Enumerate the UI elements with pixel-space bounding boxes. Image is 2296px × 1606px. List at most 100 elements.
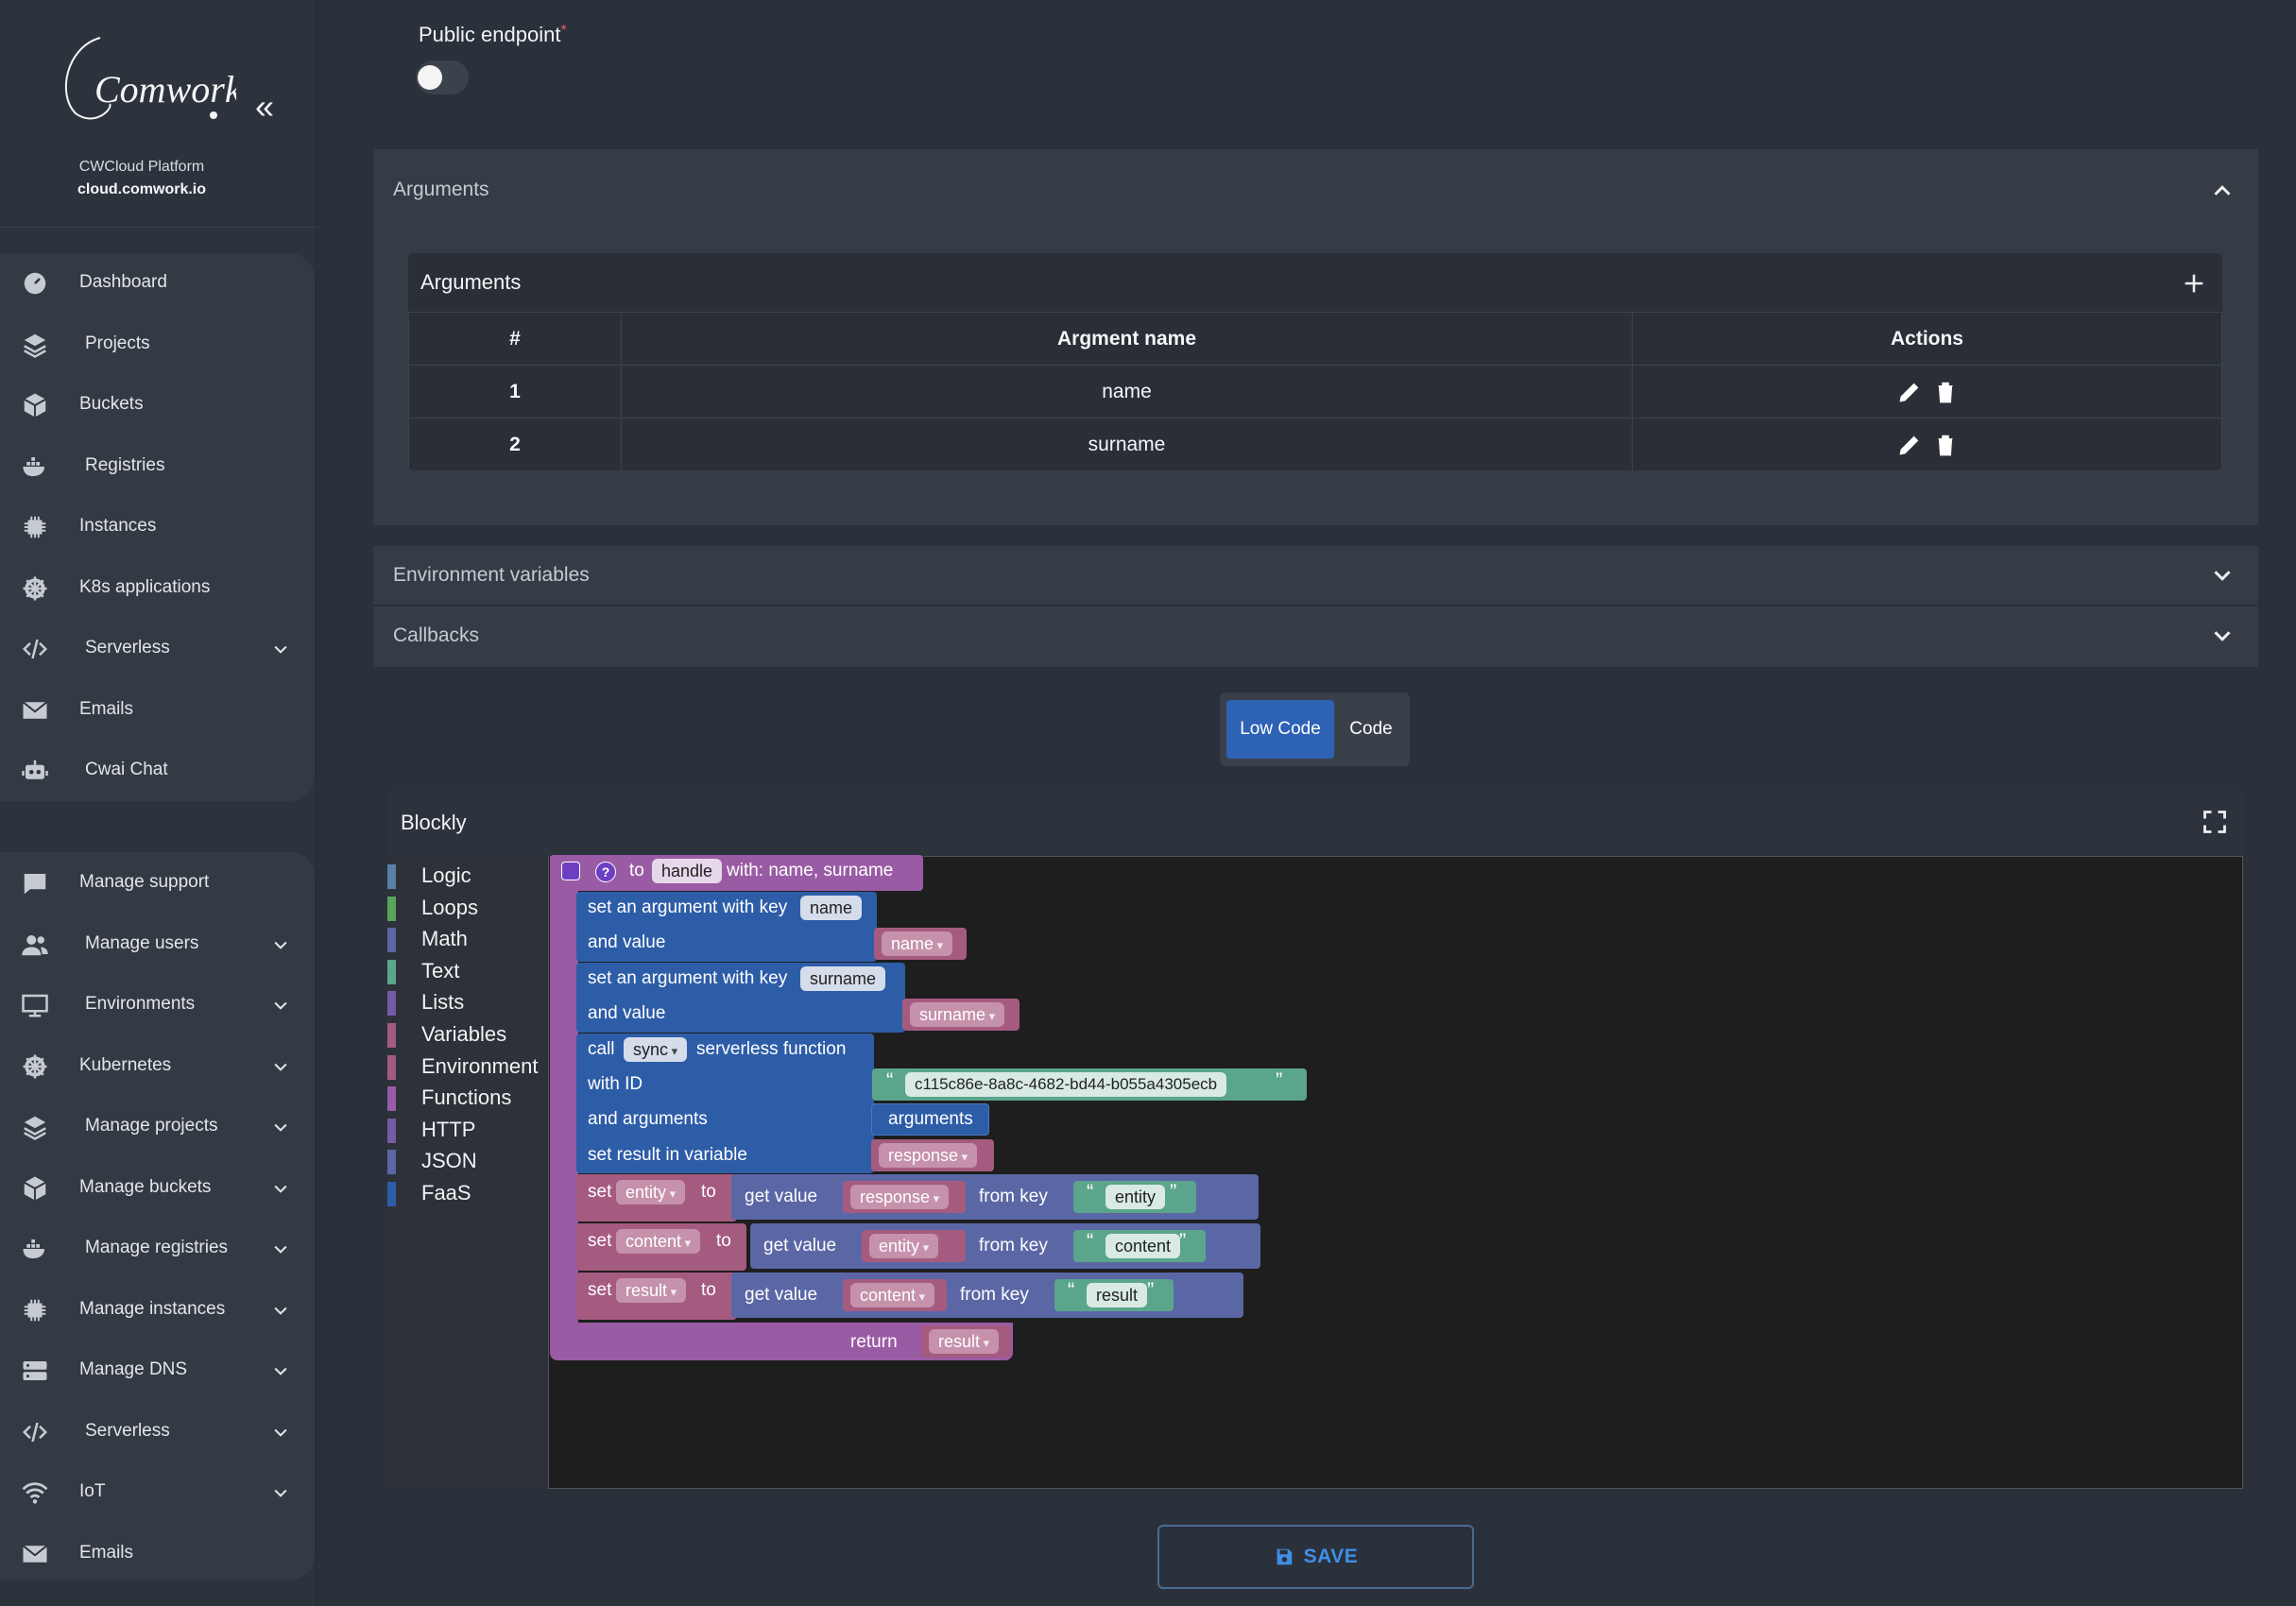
code-icon xyxy=(21,1418,49,1446)
row-argument-name: surname xyxy=(621,418,1633,470)
json-key-field[interactable]: content xyxy=(1105,1234,1181,1258)
table-row: 2 surname xyxy=(408,418,2222,470)
source-variable-dropdown[interactable]: response xyxy=(850,1185,950,1209)
gear-icon[interactable] xyxy=(561,862,580,880)
return-label: return xyxy=(850,1332,898,1352)
expand-chevron-down-icon[interactable] xyxy=(2208,622,2236,650)
blockly-toolbox: Logic Loops Math Text Lists Variables Environm… xyxy=(387,856,548,1489)
toolbox-category-text[interactable]: Text xyxy=(387,957,548,987)
variable-dropdown[interactable]: response xyxy=(879,1143,978,1168)
open-quote-icon: “ xyxy=(886,1068,894,1092)
toolbox-category-loops[interactable]: Loops xyxy=(387,894,548,924)
nav-group-main: Dashboard Projects Buckets Registries Instan… xyxy=(0,253,315,801)
close-quote-icon: ” xyxy=(1147,1278,1155,1302)
sidebar-item-manage-users[interactable]: Manage users xyxy=(0,921,315,968)
set-variable-dropdown[interactable]: content xyxy=(616,1229,701,1254)
public-endpoint-toggle[interactable] xyxy=(416,60,469,94)
source-variable-dropdown[interactable]: content xyxy=(850,1283,935,1307)
toolbox-category-math[interactable]: Math xyxy=(387,925,548,955)
environment-variables-panel[interactable] xyxy=(373,546,2258,605)
add-argument-icon[interactable] xyxy=(2181,270,2207,297)
delete-trash-icon[interactable] xyxy=(1933,432,1958,458)
edit-pencil-icon[interactable] xyxy=(1896,379,1923,405)
code-icon xyxy=(21,635,49,663)
function-name-field[interactable]: handle xyxy=(652,859,723,883)
open-quote-icon: “ xyxy=(1068,1278,1075,1302)
sidebar-item-kubernetes[interactable]: Kubernetes xyxy=(0,1043,315,1090)
toolbox-category-label: Text xyxy=(421,958,460,982)
source-variable-dropdown[interactable]: entity xyxy=(869,1234,939,1258)
toolbox-category-functions[interactable]: Functions xyxy=(387,1084,548,1114)
sidebar-item-label: Registries xyxy=(85,454,165,475)
variable-dropdown[interactable]: name xyxy=(882,931,953,956)
dashboard-icon xyxy=(21,269,49,298)
toolbox-category-json[interactable]: JSON xyxy=(387,1147,548,1177)
code-button[interactable]: Code xyxy=(1338,700,1404,759)
collapse-chevron-up-icon[interactable] xyxy=(2208,177,2236,205)
sidebar-item-serverless[interactable]: Serverless xyxy=(0,625,315,673)
sidebar-item-manage-dns[interactable]: Manage DNS xyxy=(0,1347,315,1394)
sidebar-item-k8s-applications[interactable]: K8s applications xyxy=(0,565,315,612)
mail-icon xyxy=(21,1540,49,1568)
sidebar-item-manage-registries[interactable]: Manage registries xyxy=(0,1225,315,1273)
sidebar-item-cwai-chat[interactable]: Cwai Chat xyxy=(0,747,315,794)
collapse-sidebar-icon[interactable]: « xyxy=(248,90,282,124)
sidebar-item-projects[interactable]: Projects xyxy=(0,321,315,368)
set-variable-dropdown[interactable]: entity xyxy=(616,1180,686,1204)
arguments-table-card: Arguments # Argment name Actions 1 name … xyxy=(408,253,2222,470)
chevron-down-icon xyxy=(274,645,287,654)
save-button[interactable]: SAVE xyxy=(1157,1525,1474,1589)
chevron-down-icon xyxy=(274,1307,287,1315)
sidebar-item-emails[interactable]: Emails xyxy=(0,687,315,734)
sidebar-item-label: Serverless xyxy=(85,1420,170,1441)
json-key-field[interactable]: entity xyxy=(1105,1185,1166,1209)
toolbox-category-variables[interactable]: Variables xyxy=(387,1020,548,1051)
sidebar-item-dashboard[interactable]: Dashboard xyxy=(0,260,315,307)
toolbox-category-http[interactable]: HTTP xyxy=(387,1116,548,1146)
argument-key-field[interactable]: name xyxy=(800,896,863,920)
toolbox-category-faas[interactable]: FaaS xyxy=(387,1179,548,1209)
and-arguments-label: and arguments xyxy=(588,1109,708,1129)
delete-trash-icon[interactable] xyxy=(1933,379,1958,405)
json-key-field[interactable]: result xyxy=(1087,1283,1148,1307)
col-actions-header: Actions xyxy=(1632,312,2222,366)
server-icon xyxy=(21,1357,49,1385)
toolbox-category-environment[interactable]: Environment xyxy=(387,1052,548,1083)
sidebar-item-label: Serverless xyxy=(85,638,170,658)
category-color-bar xyxy=(387,1086,396,1112)
sidebar-item-emails[interactable]: Emails xyxy=(0,1530,315,1578)
toolbox-category-label: Variables xyxy=(421,1022,507,1046)
low-code-button[interactable]: Low Code xyxy=(1226,700,1334,759)
argument-key-field[interactable]: surname xyxy=(800,966,886,991)
sidebar-item-manage-buckets[interactable]: Manage buckets xyxy=(0,1165,315,1212)
edit-pencil-icon[interactable] xyxy=(1896,432,1923,458)
fullscreen-icon[interactable] xyxy=(2202,809,2228,835)
toolbox-category-logic[interactable]: Logic xyxy=(387,862,548,892)
sidebar-item-registries[interactable]: Registries xyxy=(0,443,315,490)
blockly-title: Blockly xyxy=(401,811,467,834)
and-value-label: and value xyxy=(588,1003,666,1023)
sidebar-item-manage-projects[interactable]: Manage projects xyxy=(0,1103,315,1151)
return-variable-dropdown[interactable]: result xyxy=(929,1329,1000,1354)
callbacks-title: Callbacks xyxy=(393,624,480,646)
callbacks-panel[interactable] xyxy=(373,607,2258,667)
sidebar-item-instances[interactable]: Instances xyxy=(0,504,315,551)
sidebar-item-manage-instances[interactable]: Manage instances xyxy=(0,1287,315,1334)
sidebar-item-iot[interactable]: IoT xyxy=(0,1469,315,1516)
category-color-bar xyxy=(387,991,396,1017)
function-id-field[interactable]: c115c86e-8a8c-4682-bd44-b055a4305ecb xyxy=(905,1072,1227,1097)
toolbox-category-lists[interactable]: Lists xyxy=(387,988,548,1018)
call-mode-dropdown[interactable]: sync xyxy=(624,1037,688,1062)
sidebar-item-serverless[interactable]: Serverless xyxy=(0,1409,315,1456)
sidebar-item-buckets[interactable]: Buckets xyxy=(0,382,315,429)
sidebar-item-manage-support[interactable]: Manage support xyxy=(0,860,315,907)
panel-divider xyxy=(373,605,2258,606)
toolbox-category-label: FaaS xyxy=(421,1181,471,1204)
expand-chevron-down-icon[interactable] xyxy=(2208,561,2236,589)
set-variable-dropdown[interactable]: result xyxy=(616,1278,687,1303)
wifi-icon xyxy=(21,1478,49,1507)
variable-dropdown[interactable]: surname xyxy=(910,1002,1005,1027)
help-icon[interactable]: ? xyxy=(595,862,616,882)
sidebar-item-environments[interactable]: Environments xyxy=(0,982,315,1029)
category-color-bar xyxy=(387,959,396,984)
